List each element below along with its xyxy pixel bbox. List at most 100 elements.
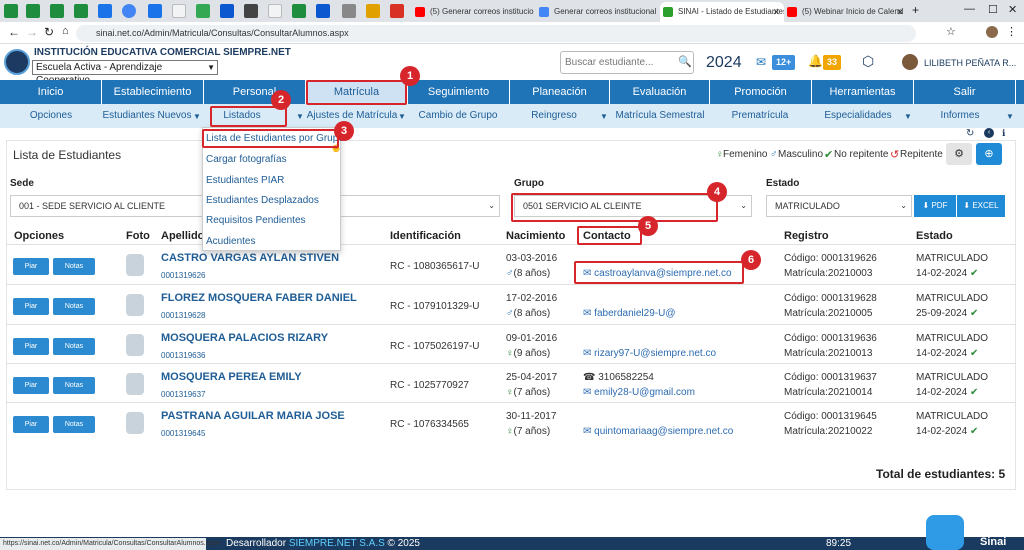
dropdown-item-cargar-fotografias[interactable]: Cargar fotografías <box>206 154 287 165</box>
email-link[interactable]: ✉ emily28-U@gmail.com <box>583 387 695 398</box>
browser-tab[interactable]: Generar correos institucional <box>536 2 660 22</box>
col-estado[interactable]: Estado <box>916 230 953 242</box>
close-window-icon[interactable]: ✕ <box>1008 3 1017 16</box>
submenu-cambio-grupo[interactable]: Cambio de Grupo <box>408 104 508 128</box>
mail-icon[interactable]: ✉ <box>756 55 766 69</box>
search-icon[interactable]: 🔍 <box>678 55 692 68</box>
back-icon[interactable]: ← <box>8 25 20 39</box>
folder-icon[interactable] <box>366 4 380 18</box>
sheets-icon[interactable] <box>50 4 64 18</box>
notas-button[interactable]: Notas <box>53 377 95 394</box>
browser-tab-active[interactable]: SINAI - Listado de Estudiantes ✕ <box>660 2 784 22</box>
chat-button[interactable] <box>926 515 964 550</box>
menu-planeacion[interactable]: Planeación <box>510 80 610 104</box>
submenu-matricula-semestral[interactable]: Matrícula Semestral <box>610 104 710 128</box>
menu-evaluacion[interactable]: Evaluación <box>610 80 710 104</box>
dropdown-item-estudiantes-desplazados[interactable]: Estudiantes Desplazados <box>206 195 319 206</box>
email-link[interactable]: ✉ faberdaniel29-U@ <box>583 308 675 319</box>
app-icon[interactable] <box>196 4 210 18</box>
submenu-informes[interactable]: Informes <box>914 104 1006 128</box>
search-input[interactable]: Buscar estudiante... <box>560 51 694 74</box>
email-link[interactable]: ✉ rizary97-U@siempre.net.co <box>583 348 716 359</box>
col-nacimiento[interactable]: Nacimiento <box>506 230 565 242</box>
reload-icon[interactable]: ↻ <box>44 25 54 39</box>
chrome-icon[interactable] <box>122 4 136 18</box>
star-icon[interactable]: ☆ <box>946 25 956 38</box>
app-icon[interactable] <box>98 4 112 18</box>
sheets-icon[interactable] <box>26 4 40 18</box>
model-select[interactable]: Escuela Activa - Aprendizaje Cooperativo… <box>32 60 218 86</box>
submenu-reingreso[interactable]: Reingreso <box>510 104 598 128</box>
notas-button[interactable]: Notas <box>53 298 95 315</box>
menu-seguimiento[interactable]: Seguimiento <box>408 80 510 104</box>
menu-salir[interactable]: Salir <box>914 80 1016 104</box>
dropdown-item-acudientes[interactable]: Acudientes <box>206 236 255 247</box>
dropdown-item-estudiantes-piar[interactable]: Estudiantes PIAR <box>206 175 284 186</box>
forward-icon[interactable]: → <box>26 25 38 39</box>
student-photo[interactable] <box>126 334 144 356</box>
app-icon[interactable] <box>342 4 356 18</box>
app-icon[interactable] <box>220 4 234 18</box>
student-name[interactable]: MOSQUERA PEREA EMILY <box>161 371 302 383</box>
student-name[interactable]: FLOREZ MOSQUERA FABER DANIEL <box>161 292 357 304</box>
globe-button[interactable]: ⊕ <box>976 143 1002 165</box>
estado-select[interactable]: MATRICULADO ⌄ <box>766 195 912 217</box>
info-icon[interactable]: ℹ <box>1002 128 1005 139</box>
bell-icon[interactable]: 🔔 <box>808 54 823 68</box>
browser-tab[interactable]: (5) Webinar Inicio de Calend ✕ <box>784 2 908 22</box>
cube-icon[interactable]: ⬡ <box>862 53 874 70</box>
piar-button[interactable]: Piar <box>13 416 49 433</box>
sheets-icon[interactable] <box>292 4 306 18</box>
settings-button[interactable]: ⚙ <box>946 143 972 165</box>
app-icon[interactable] <box>148 4 162 18</box>
minimize-icon[interactable]: — <box>964 3 975 15</box>
student-name[interactable]: CASTRO VARGAS AYLAN STIVEN <box>161 252 339 264</box>
submenu-prematricula[interactable]: Prematrícula <box>710 104 810 128</box>
notas-button[interactable]: Notas <box>53 416 95 433</box>
student-photo[interactable] <box>126 294 144 316</box>
sheets-icon[interactable] <box>4 4 18 18</box>
app-icon[interactable] <box>244 4 258 18</box>
sheets-icon[interactable] <box>74 4 88 18</box>
submenu-especialidades[interactable]: Especialidades <box>812 104 904 128</box>
email-link[interactable]: ✉ quintomariaag@siempre.net.co <box>583 426 733 437</box>
page-icon[interactable] <box>172 4 186 18</box>
close-icon[interactable]: ✕ <box>772 2 780 22</box>
maximize-icon[interactable]: ☐ <box>988 3 998 16</box>
avatar[interactable] <box>902 54 918 70</box>
url-field[interactable]: sinai.net.co/Admin/Matricula/Consultas/C… <box>76 25 916 42</box>
app-icon[interactable] <box>390 4 404 18</box>
student-name[interactable]: MOSQUERA PALACIOS RIZARY <box>161 332 328 344</box>
notas-button[interactable]: Notas <box>53 258 95 275</box>
menu-herramientas[interactable]: Herramientas <box>812 80 914 104</box>
notas-button[interactable]: Notas <box>53 338 95 355</box>
back-circle-icon[interactable]: ‹ <box>984 128 994 138</box>
new-tab-icon[interactable]: + <box>912 3 919 17</box>
excel-button[interactable]: ⬇ EXCEL <box>957 195 1005 217</box>
dropdown-item-requisitos-pendientes[interactable]: Requisitos Pendientes <box>206 215 306 226</box>
submenu-estudiantes-nuevos[interactable]: Estudiantes Nuevos <box>102 104 192 128</box>
close-icon[interactable]: ✕ <box>896 2 904 22</box>
student-name[interactable]: PASTRANA AGUILAR MARIA JOSE <box>161 410 345 422</box>
submenu-opciones[interactable]: Opciones <box>0 104 102 128</box>
menu-establecimiento[interactable]: Establecimiento <box>102 80 204 104</box>
student-photo[interactable] <box>126 254 144 276</box>
pdf-button[interactable]: ⬇ PDF <box>914 195 956 217</box>
student-photo[interactable] <box>126 412 144 434</box>
piar-button[interactable]: Piar <box>13 258 49 275</box>
refresh-icon[interactable]: ↻ <box>966 128 974 139</box>
col-identificacion[interactable]: Identificación <box>390 230 461 242</box>
page-icon[interactable] <box>268 4 282 18</box>
piar-button[interactable]: Piar <box>13 377 49 394</box>
menu-inicio[interactable]: Inicio <box>0 80 102 104</box>
menu-icon[interactable]: ⋮ <box>1006 25 1017 38</box>
menu-promocion[interactable]: Promoción <box>710 80 812 104</box>
user-name[interactable]: LILIBETH PEÑATA R... <box>924 58 1016 68</box>
piar-button[interactable]: Piar <box>13 298 49 315</box>
profile-avatar[interactable] <box>986 26 998 38</box>
browser-tab[interactable]: (5) Generar correos institucio <box>412 2 536 22</box>
app-icon[interactable] <box>316 4 330 18</box>
student-photo[interactable] <box>126 373 144 395</box>
home-icon[interactable]: ⌂ <box>62 25 69 37</box>
piar-button[interactable]: Piar <box>13 338 49 355</box>
